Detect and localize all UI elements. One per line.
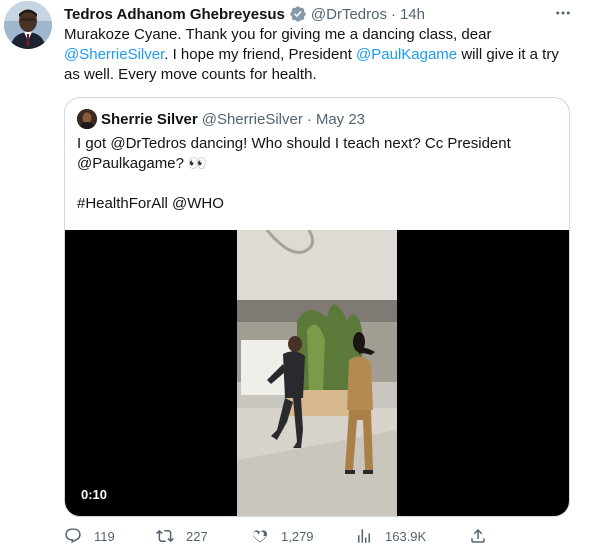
tweet-timestamp[interactable]: 14h: [400, 6, 425, 23]
quoted-text-line: [77, 174, 557, 194]
quoted-text-line: @Paulkagame? 👀: [77, 155, 207, 172]
author-handle[interactable]: @DrTedros: [311, 6, 387, 23]
more-options-icon[interactable]: [551, 4, 575, 22]
quoted-text-line: #HealthForAll @WHO: [77, 195, 224, 212]
quoted-timestamp: May 23: [315, 110, 366, 128]
quoted-author-name: Sherrie Silver: [101, 110, 198, 128]
reply-button[interactable]: 119: [64, 524, 115, 548]
header-separator: ·: [390, 5, 396, 23]
video-player[interactable]: 0:10: [65, 230, 569, 516]
video-duration: 0:10: [75, 485, 114, 504]
mention-link[interactable]: @SherrieSilver: [64, 46, 164, 63]
tweet[interactable]: Tedros Adhanom Ghebreyesus @DrTedros · 1…: [0, 0, 591, 559]
retweet-icon: [156, 527, 174, 545]
views-button[interactable]: 163.9K: [355, 524, 426, 548]
quoted-text-line: I got @DrTedros dancing! Who should I te…: [77, 135, 511, 152]
tweet-text: Murakoze Cyane. Thank you for giving me …: [64, 25, 574, 85]
author-avatar[interactable]: [4, 1, 52, 49]
verified-badge-icon: [289, 5, 307, 23]
like-count: 1,279: [281, 528, 314, 544]
like-icon: [251, 527, 269, 545]
quoted-header-separator: ·: [306, 110, 312, 128]
quoted-tweet-text: I got @DrTedros dancing! Who should I te…: [77, 134, 557, 214]
like-button[interactable]: 1,279: [251, 524, 314, 548]
video-thumbnail: [237, 230, 397, 516]
mention-link[interactable]: @PaulKagame: [356, 46, 457, 63]
quoted-author-handle: @SherrieSilver: [201, 110, 303, 128]
retweet-count: 227: [186, 528, 208, 544]
share-icon: [469, 527, 487, 545]
author-name[interactable]: Tedros Adhanom Ghebreyesus: [64, 6, 285, 23]
retweet-button[interactable]: 227: [156, 524, 208, 548]
share-button[interactable]: [469, 524, 487, 548]
views-count: 163.9K: [385, 528, 427, 544]
tweet-text-part: . I hope my friend, President: [164, 46, 357, 63]
views-icon: [355, 527, 373, 545]
quoted-tweet-header: Sherrie Silver @SherrieSilver · May 23: [77, 109, 365, 129]
tweet-header: Tedros Adhanom Ghebreyesus @DrTedros · 1…: [64, 4, 425, 24]
reply-icon: [64, 527, 82, 545]
tweet-actions: 119 227 1,279 163.9K: [64, 524, 504, 548]
tweet-text-part: Murakoze Cyane. Thank you for giving me …: [64, 26, 492, 43]
quoted-tweet[interactable]: Sherrie Silver @SherrieSilver · May 23 I…: [64, 97, 570, 517]
quoted-author-avatar: [77, 109, 97, 129]
reply-count: 119: [94, 528, 115, 544]
